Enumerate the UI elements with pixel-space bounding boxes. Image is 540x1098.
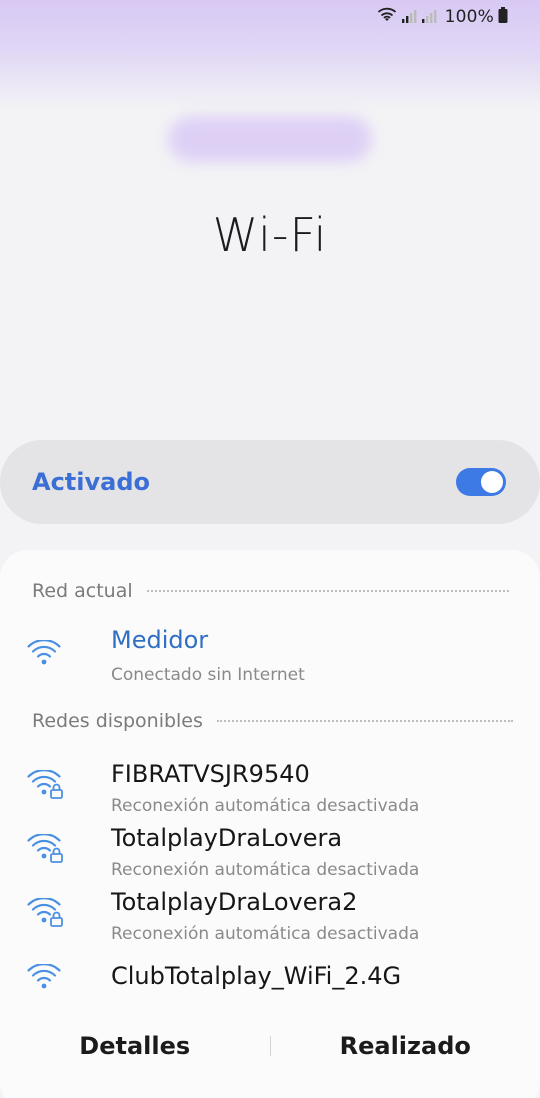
wifi-lock-icon: [27, 897, 65, 932]
wifi-lock-icon: [27, 769, 65, 804]
done-button[interactable]: Realizado: [271, 1032, 540, 1060]
network-status: Reconexión automática desactivada: [111, 796, 420, 816]
wifi-toggle-switch[interactable]: [456, 468, 506, 496]
networks-card: Red actual Medidor Conectado sin Interne…: [0, 550, 540, 1098]
section-available-label: Redes disponibles: [32, 710, 203, 732]
battery-icon: [498, 7, 508, 27]
network-status: Reconexión automática desactivada: [111, 924, 420, 944]
signal-sim1-icon: [401, 8, 417, 27]
network-item[interactable]: TotalplayDraLovera2 Reconexión automátic…: [0, 884, 540, 944]
switch-knob: [481, 471, 503, 493]
network-name: FIBRATVSJR9540: [111, 760, 310, 788]
section-current-header: Red actual: [32, 580, 509, 602]
wifi-icon: [27, 639, 61, 670]
blurred-header-element: [168, 116, 372, 162]
signal-sim2-icon: [421, 8, 437, 27]
section-divider: [216, 720, 513, 722]
current-network-item[interactable]: Medidor Conectado sin Internet: [0, 622, 540, 685]
network-name: TotalplayDraLovera2: [111, 888, 358, 916]
wifi-lock-icon: [27, 833, 65, 868]
wifi-toggle-row[interactable]: Activado: [0, 440, 540, 524]
network-status: Conectado sin Internet: [111, 665, 305, 685]
battery-percent: 100%: [444, 7, 494, 27]
network-name: TotalplayDraLovera: [111, 824, 343, 852]
network-item[interactable]: FIBRATVSJR9540 Reconexión automática des…: [0, 756, 540, 816]
section-available-header: Redes disponibles: [32, 710, 513, 732]
toggle-label: Activado: [32, 468, 151, 496]
network-status: Reconexión automática desactivada: [111, 860, 420, 880]
network-name: Medidor: [111, 626, 209, 654]
wifi-icon: [27, 963, 61, 994]
section-divider: [146, 590, 509, 592]
network-item[interactable]: ClubTotalplay_WiFi_2.4G: [0, 960, 540, 1020]
network-item[interactable]: TotalplayDraLovera Reconexión automática…: [0, 820, 540, 880]
details-button[interactable]: Detalles: [0, 1032, 270, 1060]
status-bar: 100%: [0, 0, 540, 34]
wifi-settings-screen: 100% Wi-Fi Activado Red actual Medidor C…: [0, 0, 540, 1098]
bottom-action-bar: Detalles Realizado: [0, 1018, 540, 1074]
page-title: Wi-Fi: [212, 208, 328, 262]
network-name: ClubTotalplay_WiFi_2.4G: [111, 962, 402, 990]
section-current-label: Red actual: [32, 580, 133, 602]
status-wifi-icon: [377, 7, 397, 27]
